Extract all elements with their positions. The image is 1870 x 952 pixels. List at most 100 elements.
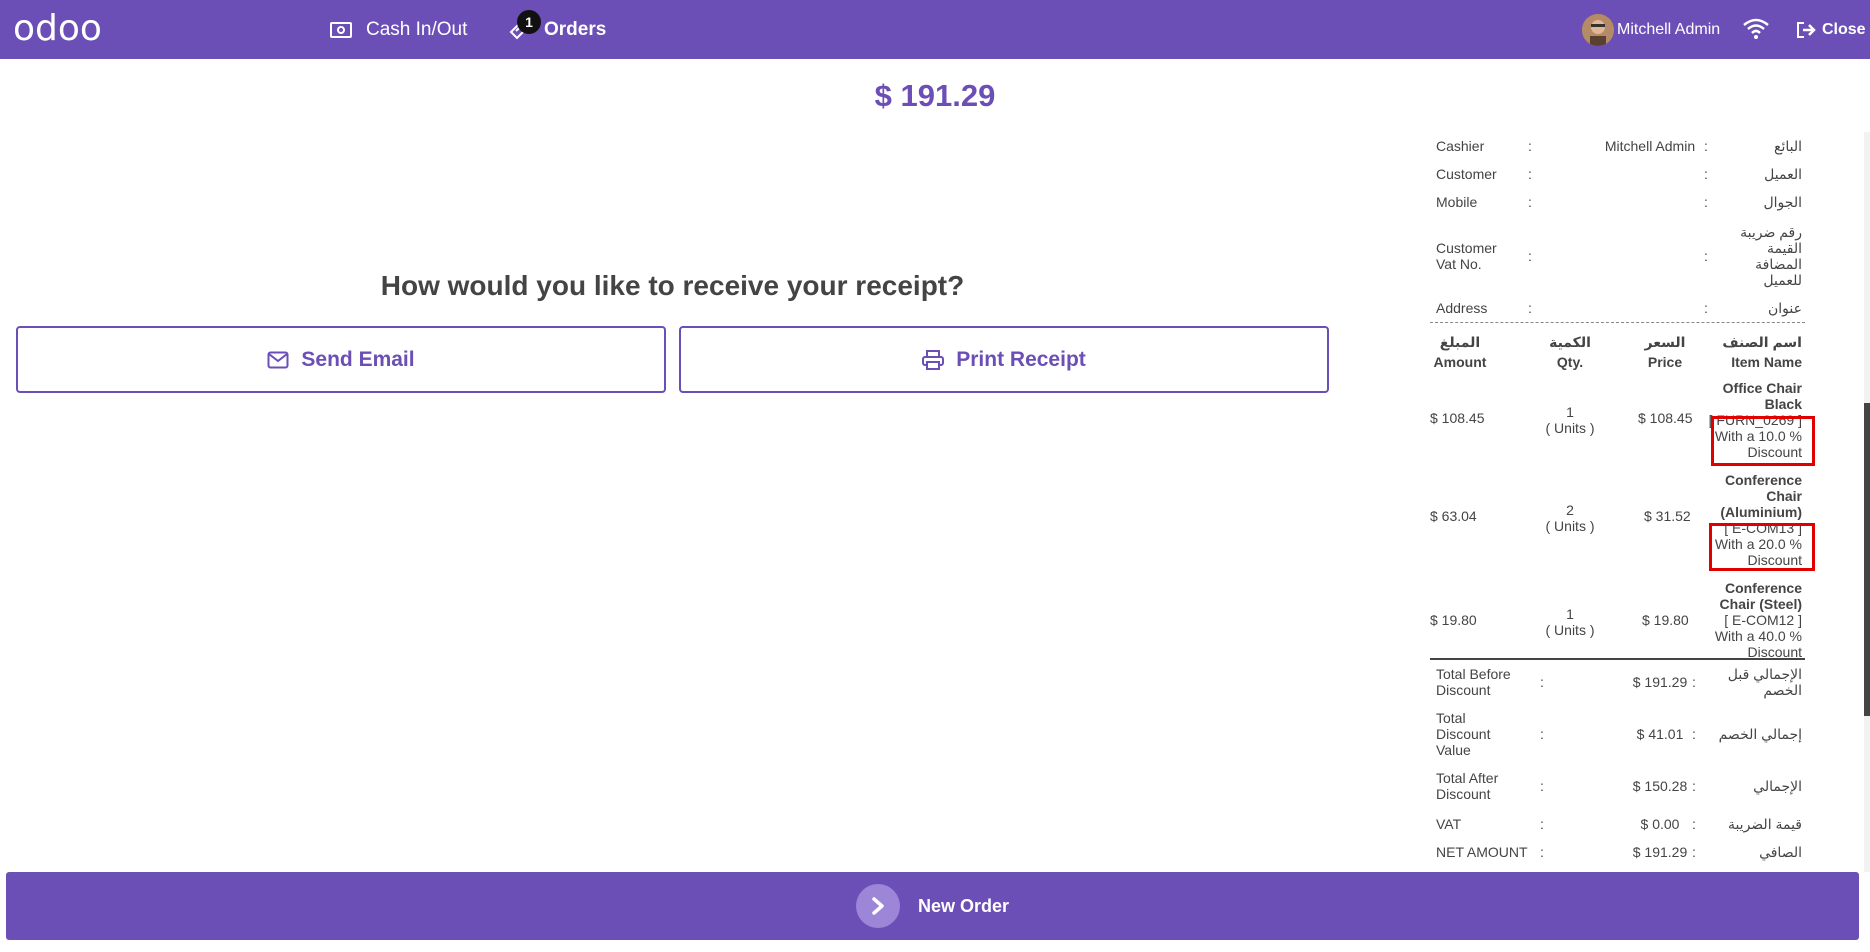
printer-icon (922, 349, 945, 370)
item-code: [ E-COM12 ] (1724, 612, 1802, 628)
line-qty: 2 ( Units ) (1540, 502, 1600, 534)
close-button[interactable]: Close (1796, 0, 1866, 59)
info-label-ar: عنوان (1768, 300, 1802, 316)
order-total-amount: $ 191.29 (874, 78, 996, 113)
info-label: Customer (1436, 166, 1497, 182)
user-avatar (1582, 14, 1614, 46)
total-colon: : (1540, 778, 1544, 794)
total-colon: : (1692, 844, 1696, 860)
receipt-total-row: Total Before Discount : $ 191.29 : الإجم… (1400, 666, 1840, 706)
print-receipt-button[interactable]: Print Receipt (679, 326, 1329, 393)
total-label-ar: الإجمالي (1753, 778, 1802, 794)
info-label: Cashier (1436, 138, 1485, 154)
total-colon: : (1692, 674, 1696, 690)
line-qty-value: 1 (1566, 606, 1574, 622)
new-order-button[interactable]: New Order (6, 872, 1859, 940)
receipt-question: How would you like to receive your recei… (380, 270, 965, 301)
info-label: Mobile (1436, 194, 1478, 210)
line-qty-unit: ( Units ) (1545, 420, 1595, 436)
total-label: NET AMOUNT (1436, 844, 1528, 860)
cash-icon (330, 21, 352, 38)
wifi-icon (1743, 18, 1769, 45)
line-qty: 1 ( Units ) (1540, 404, 1600, 436)
header-price-ar: السعر (1644, 334, 1686, 350)
info-label-ar: الجوال (1763, 194, 1803, 210)
total-label-ar: قيمة الضريبة (1727, 816, 1802, 832)
info-colon: : (1704, 138, 1708, 154)
receipt-totals-divider (1430, 658, 1805, 660)
receipt-info-row: Customer Vat No. : : رقم ضريبة القيمة ال… (1400, 224, 1840, 288)
header-price-en: Price (1647, 354, 1683, 370)
user-name[interactable]: Mitchell Admin (1617, 0, 1720, 59)
info-label-ar: العميل (1764, 166, 1802, 182)
header-qty-en: Qty. (1556, 354, 1584, 370)
receipt-preview: Cashier : Mitchell Admin : البائع Custom… (1400, 132, 1840, 872)
line-price: $ 108.45 (1638, 410, 1693, 426)
print-receipt-label: Print Receipt (956, 347, 1086, 371)
receipt-total-row: Total Discount Value : $ 41.01 : إجمالي … (1400, 710, 1840, 766)
total-value: $ 150.28 (1632, 778, 1688, 794)
item-name: Conference Chair (Aluminium) (1720, 472, 1802, 520)
header-qty: الكمية Qty. (1540, 332, 1600, 372)
total-colon: : (1692, 778, 1696, 794)
line-qty-unit: ( Units ) (1545, 622, 1595, 638)
total-label-ar: الإجمالي قبل الخصم (1727, 666, 1802, 698)
info-colon: : (1704, 194, 1708, 210)
total-value: $ 0.00 (1640, 816, 1680, 832)
info-colon: : (1528, 248, 1532, 264)
item-name: Office Chair Black (1722, 380, 1802, 412)
cash-in-out-button[interactable]: Cash In/Out (330, 0, 467, 59)
total-label: Total Discount Value (1436, 710, 1491, 758)
info-colon: : (1528, 194, 1532, 210)
header-amount: المبلغ Amount (1430, 332, 1490, 372)
top-bar: odoo Cash In/Out Orders 1 Mitchell Admin… (0, 0, 1870, 59)
orders-count-badge: 1 (517, 10, 541, 34)
line-qty-unit: ( Units ) (1545, 518, 1595, 534)
info-colon: : (1704, 166, 1708, 182)
orders-label: Orders (544, 18, 607, 40)
info-colon: : (1528, 138, 1532, 154)
total-value: $ 41.01 (1636, 726, 1684, 742)
sign-out-icon (1797, 21, 1816, 38)
close-label: Close (1822, 20, 1866, 38)
info-colon: : (1528, 166, 1532, 182)
info-label: Address (1436, 300, 1488, 316)
line-qty-value: 2 (1566, 502, 1574, 518)
info-colon: : (1528, 300, 1532, 316)
total-colon: : (1540, 674, 1544, 690)
header-item-name: اسم الصنف Item Name (1720, 332, 1802, 372)
header-amount-en: Amount (1433, 354, 1487, 370)
total-colon: : (1692, 726, 1696, 742)
line-qty: 1 ( Units ) (1540, 606, 1600, 638)
receipt-scrollbar-thumb[interactable] (1864, 403, 1870, 716)
line-amount: $ 63.04 (1430, 508, 1477, 524)
envelope-icon (267, 351, 289, 368)
header-qty-ar: الكمية (1549, 334, 1591, 350)
header-item-en: Item Name (1731, 354, 1802, 370)
total-label-ar: الصافي (1759, 844, 1802, 860)
receipt-line: $ 19.80 1 ( Units ) $ 19.80 Conference C… (1400, 580, 1840, 660)
total-colon: : (1540, 816, 1544, 832)
total-colon: : (1540, 726, 1544, 742)
discount-highlight-box (1711, 416, 1815, 466)
receipt-divider (1430, 322, 1805, 323)
item-discount: With a 40.0 % Discount (1714, 628, 1802, 660)
header-amount-ar: المبلغ (1439, 334, 1481, 350)
info-label-ar: البائع (1774, 138, 1802, 154)
send-email-button[interactable]: Send Email (16, 326, 666, 393)
info-colon: : (1704, 300, 1708, 316)
total-label-ar: إجمالي الخصم (1718, 726, 1802, 742)
line-amount: $ 108.45 (1430, 410, 1485, 426)
header-item-ar: اسم الصنف (1722, 334, 1802, 350)
line-price: $ 19.80 (1642, 612, 1689, 628)
info-label: Customer Vat No. (1436, 240, 1497, 272)
cash-in-out-label: Cash In/Out (366, 18, 468, 40)
send-email-label: Send Email (301, 347, 415, 371)
total-label: Total After Discount (1436, 770, 1499, 802)
item-name: Conference Chair (Steel) (1719, 580, 1802, 612)
chevron-right-icon (855, 884, 900, 928)
total-label: Total Before Discount (1436, 666, 1511, 698)
new-order-label: New Order (917, 895, 1010, 916)
discount-highlight-box (1709, 523, 1815, 571)
total-colon: : (1540, 844, 1544, 860)
